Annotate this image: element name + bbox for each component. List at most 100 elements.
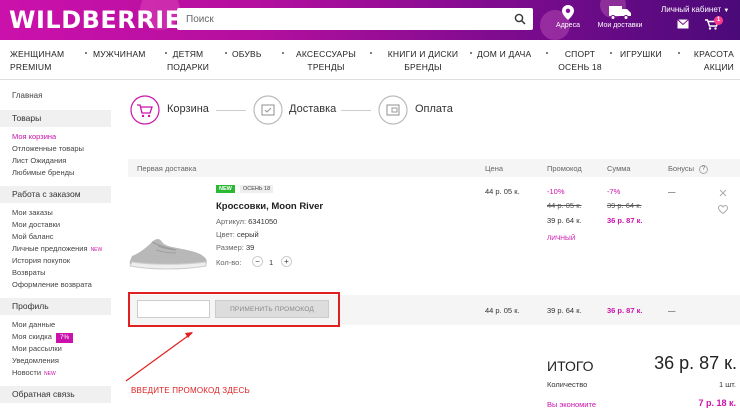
column-header-bonus: Бонусы	[668, 164, 695, 173]
search-icon[interactable]	[514, 13, 526, 25]
cart-button[interactable]: 1	[705, 16, 723, 31]
nav-label: ОБУВЬ	[232, 49, 262, 59]
nav-item[interactable]: КРАСОТА АКЦИИ	[688, 48, 734, 74]
category-nav: ЖЕНЩИНАМ PREMIUM МУЖЧИНАМ ДЕТЯМ ПОДАРКИ ОБ…	[0, 40, 740, 94]
sidebar-item-notifications[interactable]: Уведомления	[0, 355, 111, 367]
sidebar-item-personal-offers[interactable]: Личные предложения NEW	[0, 243, 111, 255]
product-color: Цвет: серый	[216, 230, 259, 239]
nav-separator	[85, 52, 87, 54]
promo-personal-label: ЛИЧНЫЙ	[547, 235, 576, 242]
product-image-sneakers[interactable]	[128, 228, 210, 274]
quantity-increase-button[interactable]: +	[281, 256, 292, 267]
sidebar-item-mailings[interactable]: Мои рассылки	[0, 343, 111, 355]
search-input[interactable]	[186, 12, 486, 26]
logo[interactable]: WILDBERRIES	[9, 6, 199, 34]
sidebar-item-brands[interactable]: Любимые бренды	[0, 167, 111, 179]
column-header-sum: Сумма	[607, 164, 631, 173]
sidebar-item-my-data[interactable]: Мои данные	[0, 319, 111, 331]
quantity-value[interactable]: 1	[269, 258, 273, 267]
sidebar-item-discount[interactable]: Моя скидка 7%	[0, 331, 111, 343]
product-article: Артикул: 6341050	[216, 217, 277, 226]
sidebar-item-cart[interactable]: Моя корзина	[0, 131, 111, 143]
quantity-summary-label: Количество	[547, 380, 588, 389]
heart-icon[interactable]	[718, 205, 728, 214]
sidebar-item-my-deliveries[interactable]: Мои доставки	[0, 219, 111, 231]
quantity-decrease-button[interactable]: −	[252, 256, 263, 267]
sidebar-item-my-orders[interactable]: Мои заказы	[0, 207, 111, 219]
row-sum: 36 р. 87 к.	[607, 306, 643, 315]
item-price: 44 р. 05 к.	[485, 187, 520, 196]
sum-old-price: 39 р. 64 к.	[607, 201, 642, 210]
sidebar-item-returns[interactable]: Возвраты	[0, 267, 111, 279]
annotation-text: ВВЕДИТЕ ПРОМОКОД ЗДЕСЬ	[131, 386, 250, 395]
delivery-step-icon	[253, 95, 283, 125]
new-tag: NEW	[44, 371, 56, 377]
nav-item[interactable]: СПОРТ ОСЕНЬ 18	[555, 48, 605, 74]
total-label: ИТОГО	[547, 358, 594, 374]
address-button[interactable]: Адреса	[553, 5, 583, 29]
sidebar-item-news[interactable]: Новости NEW	[0, 367, 111, 379]
column-header-promo: Промокод	[547, 164, 582, 173]
nav-item[interactable]: МУЖЧИНАМ	[93, 48, 146, 61]
product-name[interactable]: Кроссовки, Moon River	[216, 201, 323, 212]
search-box[interactable]	[177, 8, 533, 30]
nav-separator	[370, 52, 372, 54]
promo-old-price: 44 р. 05 к.	[547, 201, 582, 210]
item-bonus: —	[668, 187, 676, 196]
new-tag: NEW	[90, 247, 103, 253]
column-header-price: Цена	[485, 164, 504, 173]
total-value: 36 р. 87 к.	[654, 353, 737, 373]
nav-label: АКСЕССУАРЫ	[295, 49, 357, 59]
bonus-help-icon[interactable]: ?	[699, 165, 708, 174]
nav-item[interactable]: ЖЕНЩИНАМ PREMIUM	[10, 48, 64, 74]
sidebar-item-balance[interactable]: Мой баланс	[0, 231, 111, 243]
nav-label: ДЕТЯМ	[172, 49, 204, 59]
nav-item[interactable]: ДЕТЯМ ПОДАРКИ	[148, 48, 228, 74]
nav-item[interactable]: ИГРУШКИ	[620, 48, 662, 61]
step-connector	[216, 110, 246, 111]
address-label: Адреса	[556, 22, 580, 29]
step-connector	[341, 110, 371, 111]
sidebar-item-label: Моя скидка	[12, 332, 52, 341]
sidebar-item-waitlist[interactable]: Лист Ожидания	[0, 155, 111, 167]
close-icon[interactable]	[719, 189, 727, 197]
sidebar-section-feedback[interactable]: Обратная связь	[0, 386, 111, 403]
nav-item[interactable]: ДОМ И ДАЧА	[477, 48, 531, 61]
nav-separator	[225, 52, 227, 54]
header-bar: WILDBERRIES Адреса Мои доставки Личный к…	[0, 0, 740, 40]
sidebar-section-goods: Товары	[0, 110, 111, 127]
nav-label: ПОДАРКИ	[166, 62, 210, 72]
nav-item[interactable]: ОБУВЬ	[232, 48, 262, 61]
color-label: Цвет:	[216, 230, 235, 239]
new-badge: NEW	[216, 185, 235, 193]
sidebar-section-orders: Работа с заказом	[0, 186, 111, 203]
nav-item[interactable]: АКСЕССУАРЫ ТРЕНДЫ	[286, 48, 366, 74]
cart-step-icon	[130, 95, 160, 125]
nav-label: АКЦИИ	[703, 62, 734, 72]
chevron-down-icon: ▼	[723, 8, 730, 14]
article-label: Артикул:	[216, 217, 247, 226]
personal-cabinet-link[interactable]: Личный кабинет ▼	[661, 5, 729, 14]
nav-label: PREMIUM	[10, 62, 52, 72]
size-value: 39	[245, 243, 255, 252]
nav-separator	[610, 52, 612, 54]
sidebar-item-return-form[interactable]: Оформление возврата	[0, 279, 111, 291]
mail-icon[interactable]	[677, 19, 689, 29]
size-label: Размер:	[216, 243, 244, 252]
nav-label: СПОРТ	[564, 49, 596, 59]
promo-highlight-box	[128, 292, 340, 327]
sidebar-home-link[interactable]: Главная	[0, 90, 111, 102]
row-promo-price: 39 р. 64 к.	[547, 306, 582, 315]
row-bonus: —	[668, 306, 676, 315]
my-deliveries-button[interactable]: Мои доставки	[597, 5, 643, 29]
savings-value: 7 р. 18 к.	[698, 398, 736, 408]
sidebar-item-postponed[interactable]: Отложенные товары	[0, 143, 111, 155]
sidebar-item-history[interactable]: История покупок	[0, 255, 111, 267]
season-badge: ОСЕНЬ 18	[240, 185, 274, 193]
nav-item[interactable]: КНИГИ И ДИСКИ БРЕНДЫ	[378, 48, 468, 74]
step-cart-label: Корзина	[167, 103, 209, 115]
nav-label: ЖЕНЩИНАМ	[10, 49, 65, 59]
step-payment-label: Оплата	[415, 103, 453, 115]
my-deliveries-label: Мои доставки	[597, 22, 643, 29]
article-value: 6341050	[248, 217, 278, 226]
